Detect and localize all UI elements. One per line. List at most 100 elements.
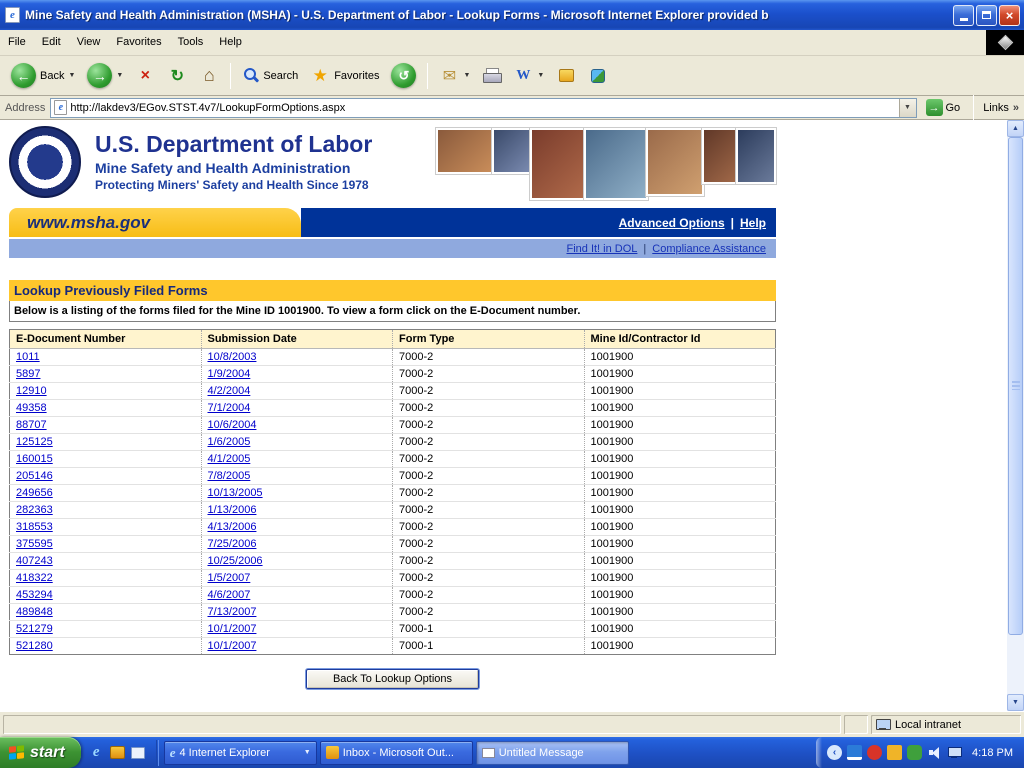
address-dropdown-button[interactable]: ▼ — [899, 99, 916, 117]
edoc-link[interactable]: 521280 — [16, 640, 53, 652]
edoc-link[interactable]: 318553 — [16, 521, 53, 533]
edoc-link[interactable]: 49358 — [16, 402, 47, 414]
taskbar-button-internet-explorer-group[interactable]: e 4 Internet Explorer ▼ — [164, 741, 317, 765]
submission-date-link[interactable]: 1/9/2004 — [208, 368, 251, 380]
submission-date-link[interactable]: 10/1/2007 — [208, 623, 257, 635]
submission-date-link[interactable]: 7/13/2007 — [208, 606, 257, 618]
edoc-link[interactable]: 375595 — [16, 538, 53, 550]
refresh-button[interactable]: ↻ — [162, 63, 192, 89]
submission-date-link[interactable]: 4/13/2006 — [208, 521, 257, 533]
back-button[interactable]: ← Back ▼ — [6, 60, 80, 91]
home-button[interactable]: ⌂ — [194, 63, 224, 89]
forward-button[interactable]: → ▼ — [82, 60, 128, 91]
scroll-down-button[interactable]: ▼ — [1007, 694, 1024, 711]
minimize-button[interactable] — [953, 5, 974, 26]
scroll-up-button[interactable]: ▲ — [1007, 120, 1024, 137]
mail-button[interactable]: ✉ ▼ — [434, 63, 475, 89]
edoc-link[interactable]: 521279 — [16, 623, 53, 635]
submission-date-link[interactable]: 7/1/2004 — [208, 402, 251, 414]
submission-date-link[interactable]: 4/6/2007 — [208, 589, 251, 601]
find-it-in-dol-link[interactable]: Find It! in DOL — [566, 243, 637, 255]
start-button[interactable]: start — [0, 737, 81, 768]
maximize-button[interactable] — [976, 5, 997, 26]
network-icon[interactable] — [947, 745, 962, 760]
forward-dropdown-icon[interactable]: ▼ — [116, 72, 123, 79]
window-titlebar[interactable]: e Mine Safety and Health Administration … — [0, 0, 1024, 30]
print-button[interactable] — [477, 65, 506, 87]
back-dropdown-icon[interactable]: ▼ — [68, 72, 75, 79]
tray-security-icon[interactable] — [907, 745, 922, 760]
submission-date-link[interactable]: 1/5/2007 — [208, 572, 251, 584]
vertical-scrollbar[interactable]: ▲ ▼ — [1007, 120, 1024, 711]
messenger-button[interactable] — [583, 63, 613, 89]
edoc-link[interactable]: 1011 — [16, 351, 40, 363]
volume-icon[interactable] — [927, 745, 942, 760]
edoc-link[interactable]: 12910 — [16, 385, 47, 397]
menu-item[interactable]: Help — [211, 30, 250, 55]
scrollbar-thumb[interactable] — [1008, 137, 1023, 635]
address-field[interactable]: e ▼ — [50, 98, 916, 118]
links-toolbar[interactable]: Links » — [983, 102, 1019, 114]
edoc-link[interactable]: 125125 — [16, 436, 53, 448]
edoc-link[interactable]: 249656 — [16, 487, 53, 499]
msha-gov-tab[interactable]: www.msha.gov — [9, 208, 301, 237]
print-icon — [482, 68, 501, 84]
tray-app-icon[interactable] — [867, 745, 882, 760]
edit-with-word-button[interactable]: W ▼ — [508, 63, 549, 89]
links-chevron-icon[interactable]: » — [1013, 102, 1019, 114]
edoc-link[interactable]: 160015 — [16, 453, 53, 465]
edoc-link[interactable]: 88707 — [16, 419, 47, 431]
edoc-link[interactable]: 418322 — [16, 572, 53, 584]
menu-item[interactable]: Edit — [34, 30, 69, 55]
security-zone-pane[interactable]: Local intranet — [871, 715, 1021, 734]
submission-date-link[interactable]: 7/25/2006 — [208, 538, 257, 550]
submission-date-link[interactable]: 10/25/2006 — [208, 555, 263, 567]
quick-launch-outlook-icon[interactable] — [109, 744, 126, 761]
compliance-assistance-link[interactable]: Compliance Assistance — [652, 243, 766, 255]
group-dropdown-icon[interactable]: ▼ — [304, 749, 311, 756]
search-button[interactable]: Search — [237, 64, 303, 87]
edoc-link[interactable]: 407243 — [16, 555, 53, 567]
submission-date-link[interactable]: 10/1/2007 — [208, 640, 257, 652]
date-cell: 4/13/2006 — [201, 519, 393, 536]
favorites-button[interactable]: ★ Favorites — [305, 63, 384, 89]
tray-outlook-reminder-icon[interactable] — [887, 745, 902, 760]
menu-item[interactable]: File — [0, 30, 34, 55]
stop-button[interactable]: × — [130, 63, 160, 89]
close-button[interactable]: × — [999, 5, 1020, 26]
submission-date-link[interactable]: 10/13/2005 — [208, 487, 263, 499]
edit-dropdown-icon[interactable]: ▼ — [537, 72, 544, 79]
menu-item[interactable]: Favorites — [108, 30, 169, 55]
submission-date-link[interactable]: 4/2/2004 — [208, 385, 251, 397]
quick-launch-ie-icon[interactable]: e — [88, 744, 105, 761]
submission-date-link[interactable]: 1/13/2006 — [208, 504, 257, 516]
tray-language-icon[interactable] — [847, 745, 862, 760]
submission-date-link[interactable]: 10/8/2003 — [208, 351, 257, 363]
edoc-link[interactable]: 453294 — [16, 589, 53, 601]
quick-launch-show-desktop-icon[interactable] — [130, 744, 147, 761]
date-cell: 10/1/2007 — [201, 638, 393, 655]
edoc-link[interactable]: 489848 — [16, 606, 53, 618]
edoc-link[interactable]: 5897 — [16, 368, 40, 380]
go-button[interactable]: → Go — [922, 98, 965, 117]
advanced-options-link[interactable]: Advanced Options — [619, 216, 725, 230]
edoc-link[interactable]: 205146 — [16, 470, 53, 482]
menu-item[interactable]: View — [69, 30, 109, 55]
mail-dropdown-icon[interactable]: ▼ — [463, 72, 470, 79]
taskbar-button-untitled-message[interactable]: Untitled Message — [476, 741, 629, 765]
edoc-link[interactable]: 282363 — [16, 504, 53, 516]
submission-date-link[interactable]: 4/1/2005 — [208, 453, 251, 465]
back-to-lookup-options-button[interactable]: Back To Lookup Options — [306, 669, 479, 689]
submission-date-link[interactable]: 10/6/2004 — [208, 419, 257, 431]
menu-item[interactable]: Tools — [170, 30, 212, 55]
mine-id-cell: 1001900 — [584, 502, 776, 519]
taskbar-button-outlook-inbox[interactable]: Inbox - Microsoft Out... — [320, 741, 473, 765]
discuss-button[interactable] — [551, 63, 581, 89]
address-input[interactable] — [67, 102, 898, 114]
help-link[interactable]: Help — [740, 216, 766, 230]
clock[interactable]: 4:18 PM — [967, 747, 1022, 759]
tray-hide-icons-button[interactable]: ‹ — [827, 745, 842, 760]
history-button[interactable]: ↺ — [386, 60, 421, 91]
submission-date-link[interactable]: 1/6/2005 — [208, 436, 251, 448]
submission-date-link[interactable]: 7/8/2005 — [208, 470, 251, 482]
